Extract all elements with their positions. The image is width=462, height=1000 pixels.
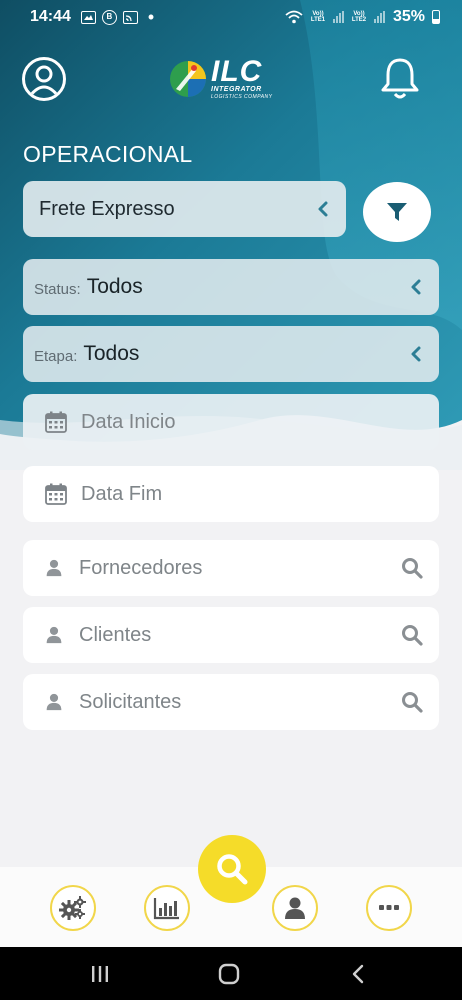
wifi-icon <box>285 10 303 24</box>
reports-button[interactable] <box>144 885 190 931</box>
search-icon[interactable] <box>401 557 423 579</box>
status-value: Todos <box>86 275 143 298</box>
sim1-label: Vo)) LTE1 <box>310 11 326 23</box>
recent-apps-button[interactable] <box>70 947 130 1000</box>
person-icon <box>46 693 62 711</box>
home-icon <box>218 963 240 984</box>
back-button[interactable] <box>328 947 388 1000</box>
logo-title: ILC <box>211 55 263 88</box>
cast-icon <box>122 10 138 24</box>
ilc-logo-mark <box>170 61 206 97</box>
calendar-icon <box>45 411 67 433</box>
search-fab-button[interactable] <box>198 835 266 903</box>
logo-subtitle-1: INTEGRATOR <box>211 86 262 93</box>
b-icon: B <box>101 9 117 25</box>
settings-gears-icon <box>59 896 86 920</box>
service-type-select[interactable]: Frete Expresso <box>23 181 346 237</box>
filter-button[interactable] <box>363 182 431 242</box>
calendar-icon <box>45 483 67 505</box>
date-end-placeholder: Data Fim <box>81 482 163 505</box>
suppliers-placeholder: Fornecedores <box>79 556 203 579</box>
search-icon <box>217 854 248 885</box>
profile-avatar-button[interactable] <box>22 57 66 101</box>
recent-apps-icon <box>92 965 108 982</box>
user-icon <box>28 65 60 97</box>
date-end-field[interactable]: Data Fim <box>23 466 439 522</box>
clients-field[interactable]: Clientes <box>23 607 439 663</box>
page-title: OPERACIONAL <box>23 141 193 167</box>
more-button[interactable] <box>366 885 412 931</box>
chevron-left-icon <box>411 279 421 295</box>
search-icon[interactable] <box>401 691 423 713</box>
profile-button[interactable] <box>272 885 318 931</box>
home-button[interactable] <box>199 947 259 1000</box>
more-dots-icon <box>379 905 399 910</box>
date-start-placeholder: Data Inicio <box>81 410 176 433</box>
etapa-select[interactable]: Etapa: Todos <box>23 326 439 382</box>
person-icon <box>46 559 62 577</box>
more-notifications-dot: • <box>147 7 155 27</box>
sim2-label: Vo)) LTE2 <box>351 11 367 23</box>
funnel-icon <box>387 203 407 221</box>
signal-bars-2-icon <box>373 11 385 23</box>
back-chevron-icon <box>352 964 364 983</box>
chevron-left-icon <box>411 346 421 362</box>
search-icon[interactable] <box>401 624 423 646</box>
requesters-placeholder: Solicitantes <box>79 690 182 713</box>
signal-bars-1-icon <box>332 11 344 23</box>
clients-placeholder: Clientes <box>79 623 152 646</box>
bell-icon <box>381 58 419 99</box>
etapa-value: Todos <box>83 342 140 365</box>
ilc-logo: ILC INTEGRATOR LOGISTICS COMPANY <box>168 55 276 100</box>
status-select[interactable]: Status: Todos <box>23 259 439 315</box>
bar-chart-icon <box>153 898 179 920</box>
status-bar: 14:44 B • Vo)) LTE1 Vo)) LTE2 35% <box>0 0 462 34</box>
requesters-field[interactable]: Solicitantes <box>23 674 439 730</box>
chevron-left-icon <box>318 201 328 217</box>
battery-icon <box>432 10 440 24</box>
settings-button[interactable] <box>50 885 96 931</box>
status-time: 14:44 <box>30 8 71 25</box>
suppliers-field[interactable]: Fornecedores <box>23 540 439 596</box>
notifications-button[interactable] <box>378 56 422 102</box>
logo-subtitle-2: LOGISTICS COMPANY <box>211 94 273 100</box>
etapa-label: Etapa: <box>34 348 78 365</box>
service-type-value: Frete Expresso <box>39 197 175 220</box>
user-icon <box>285 897 305 919</box>
image-icon <box>80 10 96 24</box>
system-navigation-bar <box>0 947 462 1000</box>
person-icon <box>46 626 62 644</box>
battery-percent: 35% <box>392 8 425 25</box>
status-label: Status: <box>34 281 81 298</box>
date-start-field[interactable]: Data Inicio <box>23 394 439 450</box>
